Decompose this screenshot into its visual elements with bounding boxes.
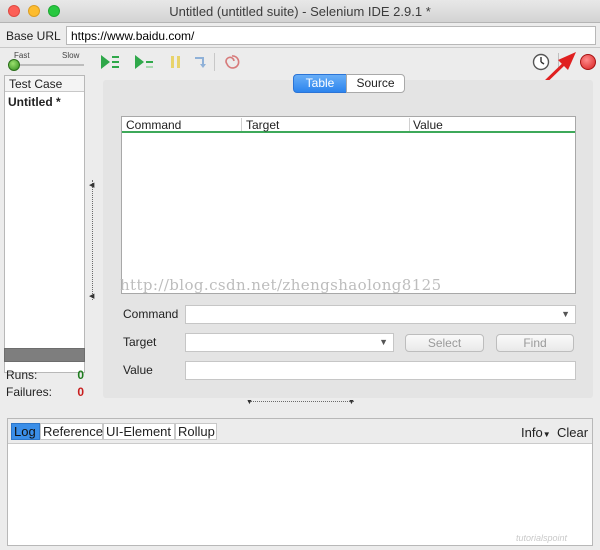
failures-stat: Failures: 0: [6, 385, 86, 399]
command-label: Command: [123, 307, 179, 321]
failures-label: Failures:: [6, 385, 53, 399]
record-button[interactable]: [580, 54, 596, 70]
tab-rollup[interactable]: Rollup: [175, 423, 217, 440]
tab-ui-element[interactable]: UI-Element: [103, 423, 175, 440]
step-icon[interactable]: [190, 54, 210, 70]
blog-watermark: http://blog.csdn.net/zhengshaolong8125: [120, 276, 442, 294]
window-title: Untitled (untitled suite) - Selenium IDE…: [169, 4, 431, 19]
play-current-icon[interactable]: [134, 54, 154, 70]
splitter-expand-icon[interactable]: ◀: [89, 292, 94, 300]
pause-icon[interactable]: [166, 54, 186, 70]
window-titlebar: Untitled (untitled suite) - Selenium IDE…: [0, 0, 600, 23]
toolbar-separator: [214, 53, 215, 71]
tab-table[interactable]: Table: [293, 74, 347, 93]
failures-value: 0: [77, 385, 84, 399]
target-label: Target: [123, 335, 157, 349]
chevron-down-icon[interactable]: ▼: [561, 309, 570, 319]
test-case-panel: Test Case Untitled *: [4, 75, 85, 373]
splitter-down-icon[interactable]: ▼: [246, 399, 253, 406]
test-case-item[interactable]: Untitled *: [5, 92, 84, 109]
splitter-down-icon[interactable]: ▼: [348, 399, 355, 406]
runs-value: 0: [77, 368, 84, 382]
column-target[interactable]: Target: [246, 118, 279, 132]
run-progress-bar: [4, 348, 85, 362]
value-input[interactable]: [185, 361, 576, 380]
base-url-label: Base URL: [6, 29, 61, 43]
select-button[interactable]: Select: [405, 334, 484, 352]
runs-label: Runs:: [6, 368, 38, 382]
play-all-icon[interactable]: [100, 54, 120, 70]
command-table[interactable]: Command Target Value: [121, 116, 576, 294]
chevron-down-icon: ▼: [542, 430, 551, 439]
speed-slider-handle[interactable]: [8, 59, 20, 71]
column-value[interactable]: Value: [413, 118, 443, 132]
info-dropdown[interactable]: Info▼: [521, 425, 551, 440]
column-divider: [241, 118, 242, 131]
log-tabs: Log Reference UI-Element Rollup Info▼ Cl…: [8, 419, 592, 444]
clear-button[interactable]: Clear: [557, 425, 588, 440]
corner-watermark: tutorialspoint: [516, 533, 568, 543]
horizontal-splitter[interactable]: [248, 401, 354, 407]
find-button[interactable]: Find: [496, 334, 574, 352]
command-table-header: Command Target Value: [122, 117, 575, 133]
base-url-input[interactable]: [66, 26, 596, 45]
log-panel: Log Reference UI-Element Rollup Info▼ Cl…: [7, 418, 593, 546]
info-label: Info: [521, 425, 543, 440]
value-label: Value: [123, 363, 153, 377]
tab-source[interactable]: Source: [346, 74, 405, 93]
base-url-row: Base URL: [0, 24, 600, 48]
test-case-header: Test Case: [5, 76, 84, 92]
splitter-collapse-icon[interactable]: ◀: [89, 181, 94, 189]
chevron-down-icon[interactable]: ▼: [379, 337, 388, 347]
rollup-icon[interactable]: [222, 54, 242, 70]
runs-stat: Runs: 0: [6, 368, 86, 382]
speed-slow-label: Slow: [62, 51, 80, 60]
tab-reference[interactable]: Reference: [40, 423, 103, 440]
command-select[interactable]: ▼: [185, 305, 576, 324]
vertical-splitter[interactable]: [92, 180, 96, 300]
column-command[interactable]: Command: [126, 118, 181, 132]
speed-slider-track[interactable]: [20, 64, 84, 66]
column-divider: [409, 118, 410, 131]
target-select[interactable]: ▼: [185, 333, 394, 352]
tab-log[interactable]: Log: [11, 423, 40, 440]
